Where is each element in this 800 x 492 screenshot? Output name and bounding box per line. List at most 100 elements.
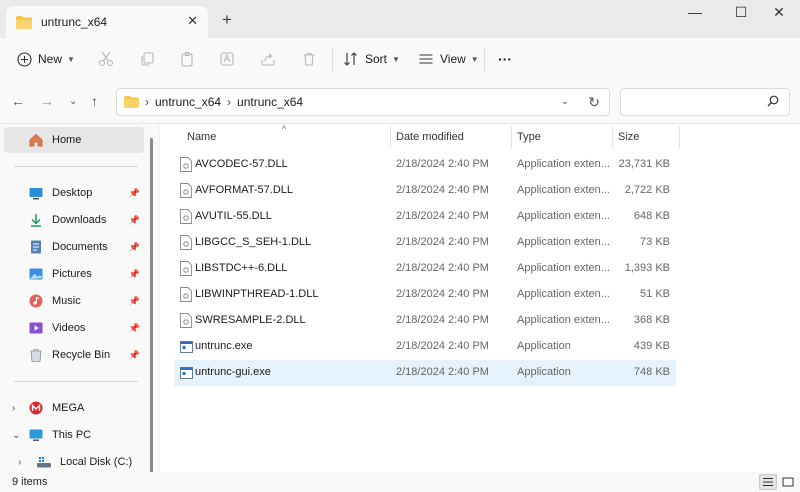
tab-untrunc-x64[interactable]: untrunc_x64 ✕ [6,6,208,38]
mega-icon [29,401,43,415]
file-row[interactable]: LIBGCC_S_SEH-1.DLL 2/18/2024 2:40 PM Appli… [174,230,676,256]
address-history-chevron-icon[interactable]: ⌄ [561,96,569,107]
sidebar-item-label: Videos [52,322,86,334]
search-icon[interactable] [767,95,779,107]
file-name: LIBSTDC++-6.DLL [195,262,288,274]
search-box[interactable] [620,88,790,116]
column-header-type[interactable]: Type [517,124,541,150]
file-type: Application exten... [517,236,610,248]
address-bar[interactable]: › untrunc_x64 › untrunc_x64 ⌄ ↻ [116,88,610,116]
column-divider[interactable] [511,126,512,148]
cut-button[interactable] [98,38,114,80]
exe-file-icon [180,341,193,353]
file-row[interactable]: untrunc.exe 2/18/2024 2:40 PM Application 4… [174,334,676,360]
pin-icon[interactable]: 📌 [129,323,140,334]
minimize-button[interactable]: — [680,4,710,24]
chevron-down-icon[interactable]: ⌄ [12,430,20,441]
close-window-button[interactable]: ✕ [764,4,794,24]
sidebar-item-music[interactable]: Music 📌 [4,288,144,314]
breadcrumb-item[interactable]: untrunc_x64 [237,95,303,109]
clipboard-icon [181,51,193,67]
new-button[interactable]: New ▼ [17,38,75,80]
chevron-right-icon[interactable]: › [12,403,15,414]
file-row[interactable]: LIBWINPTHREAD-1.DLL 2/18/2024 2:40 PM Appl… [174,282,676,308]
search-input[interactable] [629,89,769,115]
refresh-icon[interactable]: ↻ [588,94,600,111]
details-view-button[interactable] [759,474,777,490]
breadcrumb-separator: › [145,95,149,109]
sidebar-item-downloads[interactable]: Downloads 📌 [4,207,144,233]
new-tab-button[interactable]: + [222,10,232,30]
file-name: SWRESAMPLE-2.DLL [195,314,306,326]
share-icon [261,53,275,66]
sidebar-item-home[interactable]: Home [4,127,144,153]
file-row[interactable]: AVFORMAT-57.DLL 2/18/2024 2:40 PM Applicat… [174,178,676,204]
file-row[interactable]: AVUTIL-55.DLL 2/18/2024 2:40 PM Applicatio… [174,204,676,230]
sort-button[interactable]: Sort ▼ [343,38,400,80]
drive-icon [37,457,51,468]
back-arrow-icon[interactable]: ← [11,93,25,109]
column-divider[interactable] [612,126,613,148]
navigation-pane: Home Desktop 📌 Downloads 📌 Documents 📌 P… [0,124,158,472]
file-type: Application [517,366,571,378]
file-size: 2,722 KB [624,184,670,196]
pin-icon[interactable]: 📌 [129,350,140,361]
documents-icon [31,240,41,254]
pin-icon[interactable]: 📌 [129,269,140,280]
copy-button[interactable] [139,38,155,80]
file-row[interactable]: AVCODEC-57.DLL 2/18/2024 2:40 PM Applicati… [174,152,676,178]
pin-icon[interactable]: 📌 [129,188,140,199]
sidebar-scrollbar[interactable] [150,138,153,473]
trash-icon [303,52,315,66]
file-row[interactable]: untrunc-gui.exe 2/18/2024 2:40 PM Applicat… [174,360,676,386]
column-divider[interactable] [679,126,680,148]
music-icon [29,294,43,308]
column-header-size[interactable]: Size [618,124,639,150]
sidebar-item-this-pc[interactable]: ⌄ This PC [4,422,144,448]
column-divider[interactable] [390,126,391,148]
pin-icon[interactable]: 📌 [129,242,140,253]
dll-file-icon [180,235,192,250]
file-name: LIBGCC_S_SEH-1.DLL [195,236,312,248]
desktop-icon [29,188,43,200]
file-type: Application exten... [517,288,610,300]
rename-button[interactable] [219,38,235,80]
downloads-icon [31,214,41,227]
file-row[interactable]: SWRESAMPLE-2.DLL 2/18/2024 2:40 PM Applica… [174,308,676,334]
sidebar-item-pictures[interactable]: Pictures 📌 [4,261,144,287]
sidebar-item-mega[interactable]: › MEGA [4,395,144,421]
more-options-button[interactable]: ··· [498,38,512,80]
forward-arrow-icon[interactable]: → [40,93,54,109]
sort-label: Sort [365,52,388,66]
file-row[interactable]: LIBSTDC++-6.DLL 2/18/2024 2:40 PM Applicat… [174,256,676,282]
sidebar-item-label: Documents [52,241,108,253]
recent-locations-chevron-icon[interactable]: ⌄ [69,96,77,107]
file-list: ^ Name Date modified Type Size AVCODEC-5… [160,124,800,472]
sidebar-item-label: This PC [52,429,92,441]
sidebar-item-videos[interactable]: Videos 📌 [4,315,144,341]
delete-button[interactable] [301,38,317,80]
view-label: View [440,52,466,66]
pin-icon[interactable]: 📌 [129,215,140,226]
sidebar-item-documents[interactable]: Documents 📌 [4,234,144,260]
dll-file-icon [180,261,192,276]
share-button[interactable] [260,38,276,80]
sidebar-item-desktop[interactable]: Desktop 📌 [4,180,144,206]
view-button[interactable]: View ▼ [418,38,479,80]
file-name: AVCODEC-57.DLL [195,158,288,170]
sidebar-divider [14,166,138,167]
pin-icon[interactable]: 📌 [129,296,140,307]
chevron-right-icon[interactable]: › [18,457,21,468]
paste-button[interactable] [179,38,195,80]
file-size: 1,393 KB [624,262,670,274]
maximize-button[interactable]: ☐ [726,4,756,24]
sort-ascending-icon: ^ [282,124,287,134]
column-header-date[interactable]: Date modified [396,124,464,150]
tab-close-icon[interactable]: ✕ [187,13,198,29]
sidebar-item-recycle-bin[interactable]: Recycle Bin 📌 [4,342,144,368]
file-name: untrunc.exe [195,340,253,352]
tiles-view-button[interactable] [779,474,797,490]
breadcrumb-item[interactable]: untrunc_x64 [155,95,221,109]
up-arrow-icon[interactable]: ↑ [91,93,98,109]
column-header-name[interactable]: Name [187,124,216,150]
